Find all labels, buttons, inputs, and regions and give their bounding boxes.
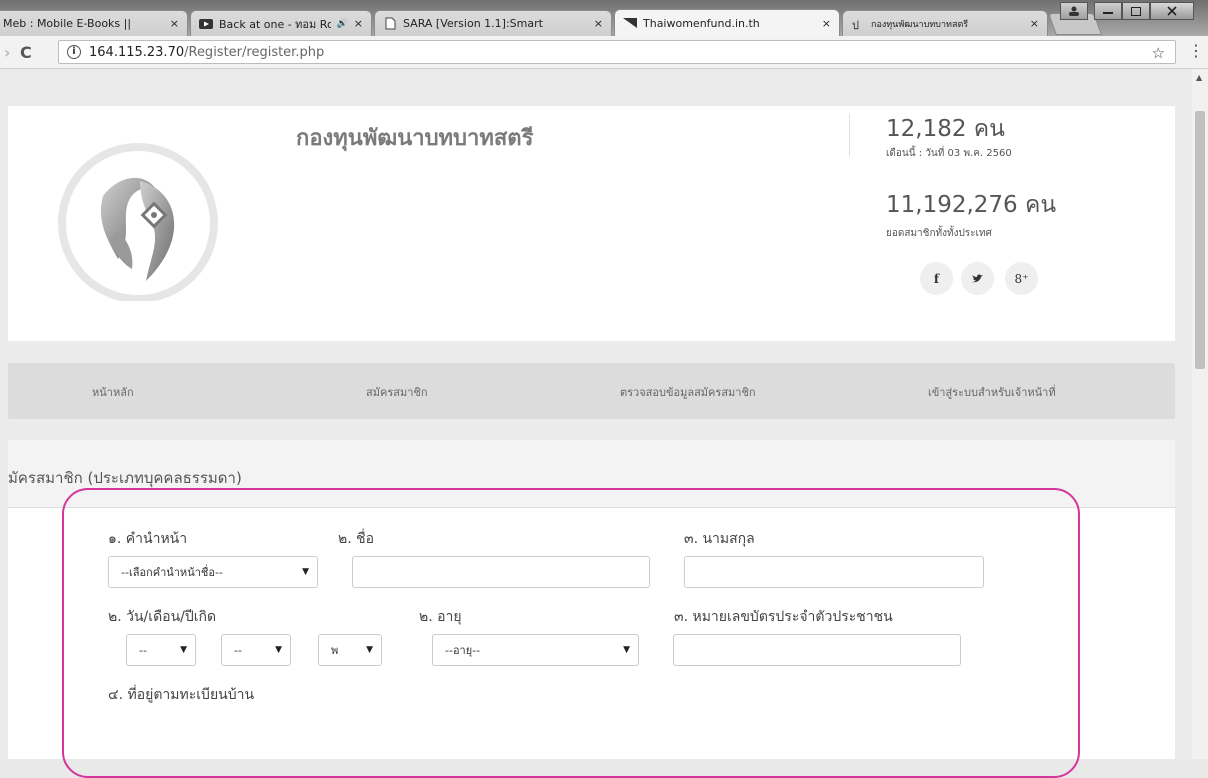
close-icon[interactable]: ×	[594, 17, 603, 30]
twitter-icon[interactable]	[961, 262, 994, 295]
nav-register[interactable]: สมัครสมาชิก	[366, 383, 428, 401]
title-select-value: --เลือกคำนำหน้าชื่อ--	[121, 566, 223, 579]
menu-icon[interactable]: ⋮	[1188, 41, 1204, 60]
window-controls	[1060, 2, 1194, 22]
chevron-down-icon: ▼	[623, 645, 630, 655]
googleplus-icon[interactable]: 8⁺	[1005, 262, 1038, 295]
audio-icon[interactable]: 🔊	[337, 19, 348, 29]
nav-check-member[interactable]: ตรวจสอบข้อมูลสมัครสมาชิก	[620, 383, 756, 401]
user-icon[interactable]	[1060, 2, 1088, 20]
vertical-scrollbar[interactable]: ▲	[1192, 69, 1208, 759]
nav-home[interactable]: หน้าหลัก	[92, 383, 134, 401]
facebook-icon[interactable]: f	[920, 262, 953, 295]
scroll-thumb[interactable]	[1195, 111, 1205, 369]
register-form: ๑. คำนำหน้า ๒. ชื่อ ๓. นามสกุล --เลือกคำ…	[8, 508, 1175, 759]
chevron-down-icon: ▼	[302, 567, 309, 577]
stats-divider	[849, 114, 850, 156]
tab-label: Meb : Mobile E-Books ||	[3, 17, 132, 30]
age-label: ๒. อายุ	[419, 609, 462, 625]
tab-label: Thaiwomenfund.in.th	[643, 17, 760, 30]
stat-total-caption: ยอดสมาชิกทั้งทั้งประเทศ	[886, 228, 992, 239]
info-icon[interactable]: i	[67, 45, 81, 59]
tab-sara[interactable]: SARA [Version 1.1]:Smart ×	[374, 10, 612, 36]
stat-total-value: 11,192,276 คน	[886, 192, 1057, 218]
address-bar[interactable]: i 164.115.23.70 /Register/register.php ☆	[58, 40, 1176, 64]
tab-youtube[interactable]: Back at one - ทอม Roc 🔊 ×	[190, 10, 372, 36]
forward-icon[interactable]: ›	[4, 43, 10, 62]
age-select[interactable]: --อายุ-- ▼	[432, 634, 639, 666]
idcard-input[interactable]	[673, 634, 961, 666]
firstname-input[interactable]	[352, 556, 650, 588]
section-title: มัครสมาชิก (ประเภทบุคคลธรรมดา)	[8, 469, 242, 487]
birth-day-value: --	[139, 643, 147, 657]
browser-toolbar: › C i 164.115.23.70 /Register/register.p…	[0, 36, 1208, 69]
age-select-value: --อายุ--	[445, 644, 481, 657]
url-path: /Register/register.php	[184, 44, 325, 60]
minimize-button[interactable]	[1094, 2, 1122, 20]
page-viewport: กองทุนพัฒนาบทบาทสตรี 12,182 คน เดือนนี้ …	[0, 69, 1192, 759]
close-window-button[interactable]	[1150, 2, 1194, 20]
lastname-input[interactable]	[684, 556, 984, 588]
birth-year-select[interactable]: พ ▼	[318, 634, 382, 666]
browser-tab-strip: Meb : Mobile E-Books || × Back at one - …	[0, 0, 1208, 37]
scroll-up-icon[interactable]: ▲	[1196, 73, 1202, 82]
bookmark-star-icon[interactable]: ☆	[1152, 44, 1165, 62]
title-select[interactable]: --เลือกคำนำหน้าชื่อ-- ▼	[108, 556, 318, 588]
tab-label: Back at one - ทอม Roc	[219, 17, 331, 31]
svg-text:ปู: ปู	[852, 19, 859, 30]
maximize-button[interactable]	[1122, 2, 1150, 20]
site-title: กองทุนพัฒนาบทบาทสตรี	[296, 126, 534, 151]
stat-month-caption: เดือนนี้ : วันที่ 03 พ.ค. 2560	[886, 148, 1012, 159]
tab-label: SARA [Version 1.1]:Smart	[403, 17, 543, 30]
chevron-down-icon: ▼	[180, 645, 187, 655]
tab-thaiwomenfund[interactable]: Thaiwomenfund.in.th ×	[614, 9, 840, 37]
close-icon[interactable]: ×	[354, 17, 363, 30]
logo-icon	[58, 143, 218, 301]
close-icon[interactable]: ×	[1030, 17, 1039, 30]
title-label: ๑. คำนำหน้า	[108, 531, 188, 547]
firstname-label: ๒. ชื่อ	[338, 531, 375, 547]
close-icon[interactable]: ×	[822, 17, 831, 30]
tab-womenfund-register[interactable]: ปู กองทุนพัฒนาบทบาทสตรี ×	[842, 10, 1048, 36]
reload-icon[interactable]: C	[20, 43, 32, 62]
page-icon	[383, 17, 397, 31]
main-navbar: หน้าหลัก สมัครสมาชิก ตรวจสอบข้อมูลสมัครส…	[8, 363, 1175, 419]
url-host: 164.115.23.70	[89, 44, 185, 60]
birth-month-value: --	[234, 643, 242, 657]
birthdate-label: ๒. วัน/เดือน/ปีเกิด	[108, 609, 217, 625]
tab-meb[interactable]: Meb : Mobile E-Books || ×	[0, 10, 188, 36]
birth-day-select[interactable]: -- ▼	[126, 634, 196, 666]
lastname-label: ๓. นามสกุล	[684, 531, 755, 547]
site-icon: ปู	[851, 17, 865, 31]
birth-year-value: พ	[331, 644, 339, 657]
nav-staff-login[interactable]: เข้าสู่ระบบสำหรับเจ้าหน้าที่	[928, 383, 1056, 401]
address-label: ๔. ที่อยู่ตามทะเบียนบ้าน	[108, 687, 255, 703]
close-icon[interactable]: ×	[170, 17, 179, 30]
birth-month-select[interactable]: -- ▼	[221, 634, 291, 666]
youtube-icon	[199, 17, 213, 31]
idcard-label: ๓. หมายเลขบัตรประจำตัวประชาชน	[674, 609, 893, 625]
chevron-down-icon: ▼	[275, 645, 282, 655]
flag-icon	[623, 17, 637, 31]
chevron-down-icon: ▼	[366, 645, 373, 655]
register-section: มัครสมาชิก (ประเภทบุคคลธรรมดา) ๑. คำนำหน…	[8, 440, 1175, 759]
stat-month-value: 12,182 คน	[886, 116, 1005, 142]
site-header: กองทุนพัฒนาบทบาทสตรี 12,182 คน เดือนนี้ …	[8, 106, 1175, 341]
tab-label: กองทุนพัฒนาบทบาทสตรี	[871, 19, 969, 30]
